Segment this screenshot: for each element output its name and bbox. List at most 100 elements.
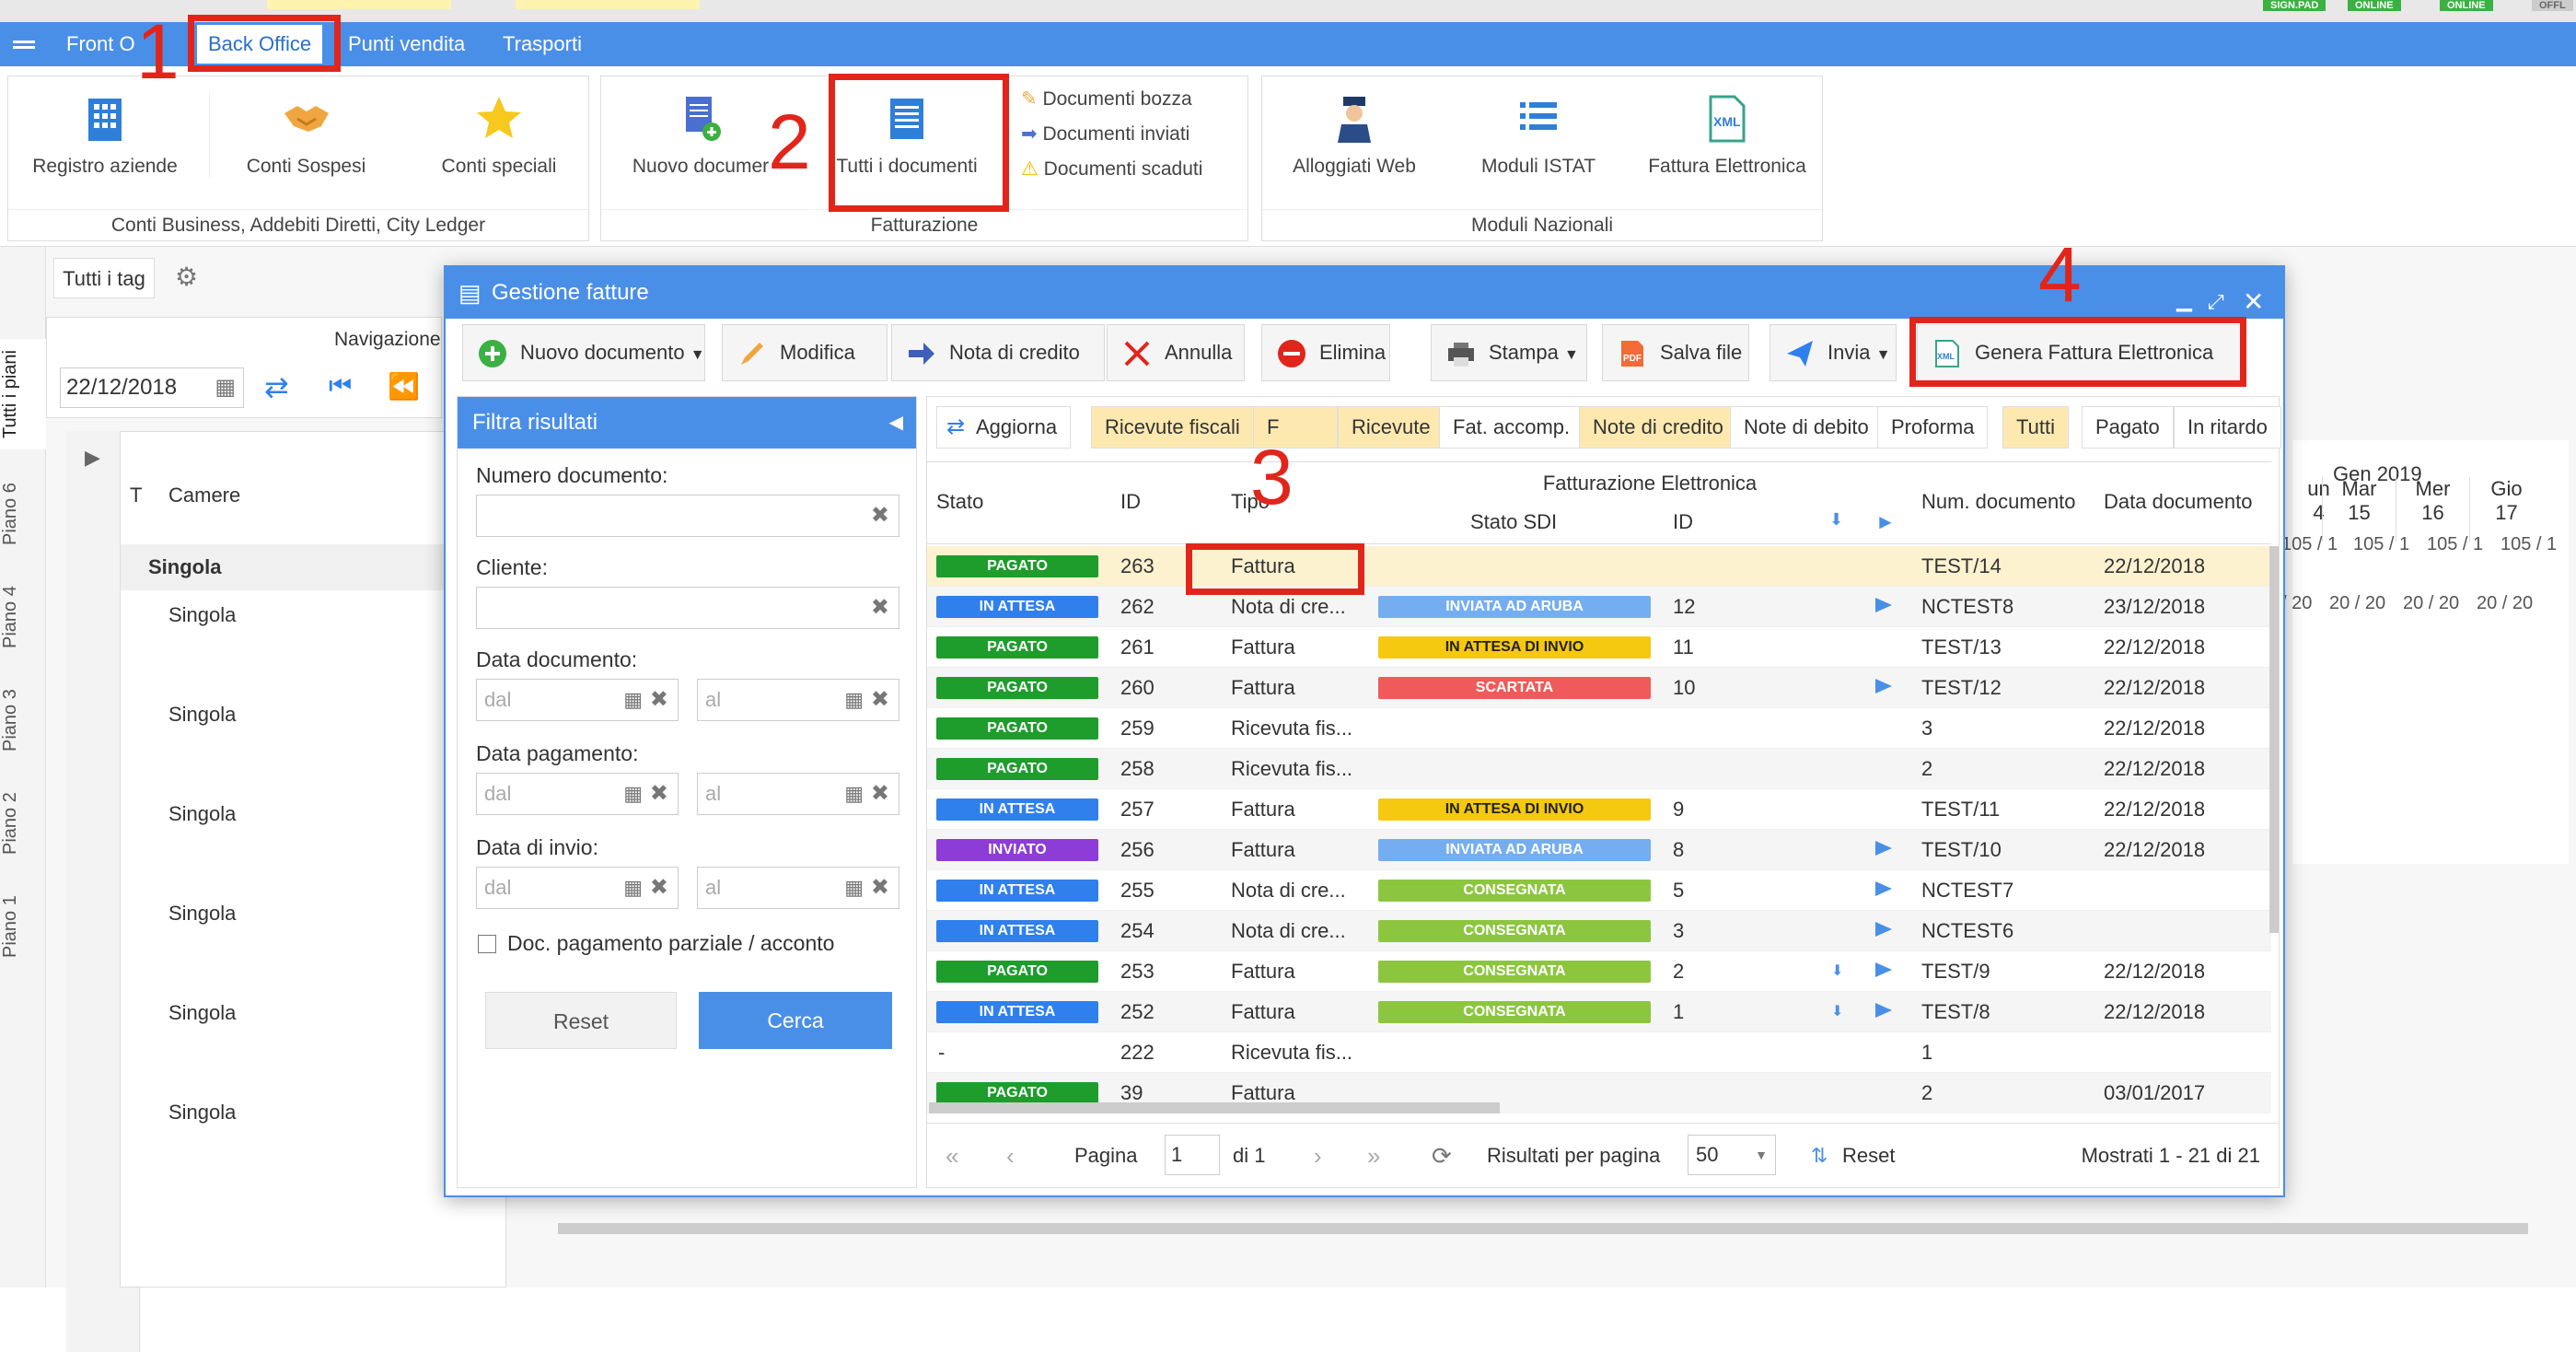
tab-piano-4[interactable]: Piano 4: [0, 571, 46, 663]
clear-icon[interactable]: ✖: [871, 680, 889, 720]
filter-note-di-debito[interactable]: Note di debito: [1730, 406, 1883, 449]
col-data-documento[interactable]: Data documento: [2104, 490, 2253, 514]
pager-reset[interactable]: Reset: [1842, 1124, 1895, 1188]
tab-piano-1[interactable]: Piano 1: [0, 880, 46, 973]
prev-page-icon[interactable]: ‹: [1006, 1124, 1015, 1188]
documenti-scaduti-item[interactable]: ⚠ Documenti scaduti: [1021, 157, 1202, 181]
table-row[interactable]: IN ATTESA 262 Nota di cre... INVIATA AD ARU…: [927, 587, 2271, 627]
table-row[interactable]: PAGATO 258 Ricevuta fis... 2 22/12/2018: [927, 749, 2271, 789]
table-row[interactable]: PAGATO 260 Fattura SCARTATA 10 TEST/12 22/12/2…: [927, 668, 2271, 708]
filter-header[interactable]: Filtra risultati ◀: [458, 397, 916, 449]
salva-file-button[interactable]: PDF Salva file: [1602, 324, 1749, 381]
calendar-icon[interactable]: ▦: [844, 680, 864, 720]
elimina-button[interactable]: Elimina: [1261, 324, 1390, 381]
vertical-scrollbar[interactable]: [2269, 546, 2279, 933]
nuovo-documento-dropdown[interactable]: Nuovo documento ▼: [462, 324, 705, 381]
sent-icon[interactable]: [1875, 841, 1892, 856]
table-row[interactable]: PAGATO 253 Fattura CONSEGNATA 2 ⬇ TEST/9 22/12/…: [927, 951, 2271, 992]
dialog-title-bar[interactable]: ▤ Gestione fatture ▁ ⤢ ✕: [446, 267, 2283, 319]
send-column-icon[interactable]: ►: [1875, 510, 1896, 534]
horizontal-scrollbar[interactable]: [558, 1223, 2528, 1234]
annulla-button[interactable]: Annulla: [1107, 324, 1245, 381]
calendar-icon[interactable]: ▦: [623, 774, 643, 814]
rewind-icon[interactable]: ⏪: [388, 371, 420, 402]
table-row[interactable]: IN ATTESA 257 Fattura IN ATTESA DI INVIO 9 TE…: [927, 789, 2271, 830]
refresh-icon[interactable]: ⟳: [1432, 1124, 1452, 1188]
table-row[interactable]: PAGATO 259 Ricevuta fis... 3 22/12/2018: [927, 708, 2271, 749]
sent-icon[interactable]: [1875, 598, 1892, 612]
data-pagamento-from[interactable]: dal ▦ ✖: [476, 773, 679, 815]
page-input[interactable]: 1: [1165, 1135, 1220, 1175]
last-page-icon[interactable]: »: [1367, 1124, 1380, 1188]
room-row[interactable]: Singola: [168, 1001, 236, 1025]
grid-horizontal-scrollbar[interactable]: [929, 1102, 1500, 1113]
col-stato[interactable]: Stato: [936, 490, 984, 514]
room-row[interactable]: Singola: [168, 603, 236, 627]
table-row[interactable]: INVIATO 256 Fattura INVIATA AD ARUBA 8 TEST/1…: [927, 830, 2271, 870]
download-column-icon[interactable]: ⬇: [1829, 510, 1844, 530]
documenti-inviati-item[interactable]: ➡ Documenti inviati: [1021, 122, 1189, 146]
sent-icon[interactable]: [1875, 679, 1892, 693]
conti-sospesi-button[interactable]: Conti Sospesi: [209, 93, 402, 178]
sent-icon[interactable]: [1875, 881, 1892, 896]
filter-ricevute[interactable]: Ricevute: [1338, 406, 1445, 449]
data-invio-from[interactable]: dal ▦ ✖: [476, 867, 679, 909]
clear-icon[interactable]: ✖: [871, 588, 889, 628]
date-input[interactable]: 22/12/2018 ▦: [60, 367, 244, 408]
fattura-elettronica-button[interactable]: XML Fattura Elettronica: [1630, 93, 1824, 178]
alloggiati-web-button[interactable]: Alloggiati Web: [1262, 93, 1446, 178]
sent-icon[interactable]: [1875, 1003, 1892, 1018]
sent-icon[interactable]: [1875, 922, 1892, 937]
tab-piano-3[interactable]: Piano 3: [0, 674, 46, 766]
next-page-icon[interactable]: ›: [1314, 1124, 1322, 1188]
filter-tutti[interactable]: Tutti: [2002, 406, 2069, 449]
clear-icon[interactable]: ✖: [871, 868, 889, 908]
col-stato-sdi[interactable]: Stato SDI: [1470, 510, 1558, 534]
modifica-button[interactable]: Modifica: [722, 324, 888, 381]
filter-pagato[interactable]: Pagato: [2082, 406, 2174, 449]
per-page-select[interactable]: 50 ▼: [1688, 1135, 1776, 1175]
aggiorna-button[interactable]: ⇄ Aggiorna: [936, 406, 1072, 449]
clear-icon[interactable]: ✖: [650, 868, 668, 908]
numero-documento-input[interactable]: ✖: [476, 495, 899, 537]
documenti-bozza-item[interactable]: ✎ Documenti bozza: [1021, 87, 1192, 111]
menu-icon[interactable]: [0, 22, 42, 66]
tab-piano-6[interactable]: Piano 6: [0, 468, 46, 560]
download-icon[interactable]: ⬇: [1831, 992, 1843, 1032]
calendar-icon[interactable]: ▦: [215, 368, 236, 407]
room-row[interactable]: Singola: [168, 1101, 236, 1125]
clear-icon[interactable]: ✖: [650, 680, 668, 720]
cerca-button[interactable]: Cerca: [699, 992, 892, 1049]
acconto-checkbox[interactable]: [478, 935, 496, 953]
top-field[interactable]: [516, 0, 700, 9]
expand-icon[interactable]: ▶: [85, 446, 100, 470]
table-row[interactable]: IN ATTESA 255 Nota di cre... CONSEGNATA 5 NCT…: [927, 870, 2271, 911]
table-row[interactable]: IN ATTESA 252 Fattura CONSEGNATA 1 ⬇ TEST/8 22/…: [927, 992, 2271, 1032]
sent-icon[interactable]: [1875, 962, 1892, 977]
filter-in-ritardo[interactable]: In ritardo: [2174, 406, 2281, 449]
room-row[interactable]: Singola: [168, 703, 236, 727]
reset-button[interactable]: Reset: [485, 992, 677, 1049]
clear-icon[interactable]: ✖: [871, 774, 889, 814]
table-row[interactable]: - 222 Ricevuta fis... 1: [927, 1032, 2271, 1073]
table-row[interactable]: PAGATO 263 Fattura TEST/14 22/12/2018: [927, 546, 2271, 587]
room-row[interactable]: Singola: [168, 802, 236, 826]
filter-proforma[interactable]: Proforma: [1877, 406, 1989, 449]
conti-speciali-button[interactable]: Conti speciali: [402, 93, 596, 178]
gear-icon[interactable]: ⚙: [175, 262, 198, 292]
calendar-icon[interactable]: ▦: [844, 868, 864, 908]
top-field[interactable]: [267, 0, 451, 9]
clear-icon[interactable]: ✖: [650, 774, 668, 814]
table-row[interactable]: PAGATO 261 Fattura IN ATTESA DI INVIO 11 TEST…: [927, 627, 2271, 668]
tab-trasporti[interactable]: Trasporti: [492, 22, 593, 66]
refresh-icon[interactable]: ⇄: [264, 369, 289, 404]
stampa-dropdown[interactable]: Stampa ▼: [1431, 324, 1587, 381]
moduli-istat-button[interactable]: Moduli ISTAT: [1446, 93, 1630, 178]
filter-note-di-credito[interactable]: Note di credito: [1579, 406, 1737, 449]
clear-icon[interactable]: ✖: [871, 495, 889, 536]
col-fe-id[interactable]: ID: [1673, 510, 1693, 534]
room-row[interactable]: Singola: [168, 902, 236, 926]
col-num-documento[interactable]: Num. documento: [1921, 490, 2076, 514]
tab-front-office[interactable]: Front O: [55, 22, 146, 66]
calendar-icon[interactable]: ▦: [623, 680, 643, 720]
